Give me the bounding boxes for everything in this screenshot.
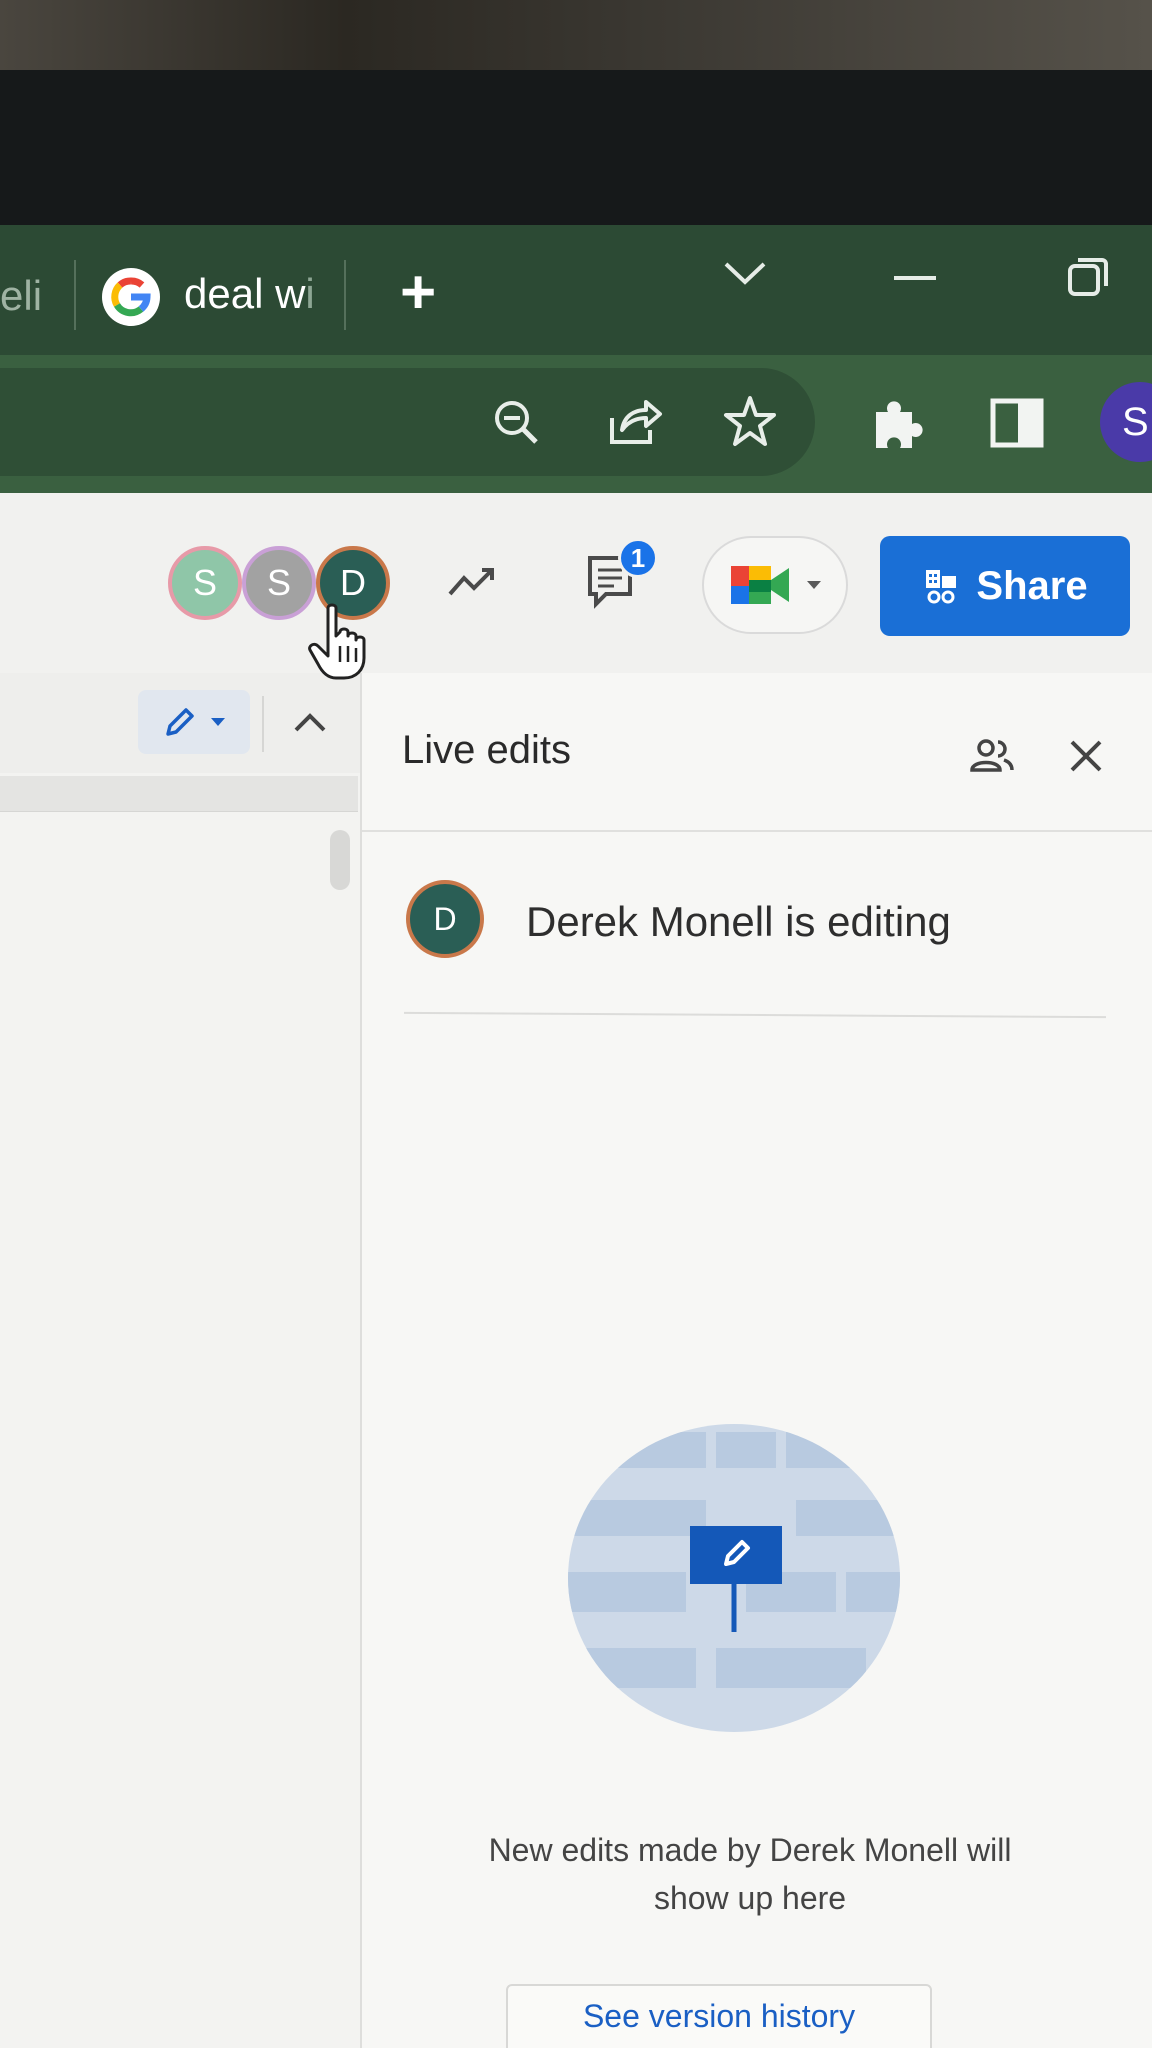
empty-state-line: show up here [653, 1880, 847, 1916]
google-meet-icon [731, 566, 789, 604]
share-page-icon[interactable] [606, 396, 664, 448]
meet-dropdown-caret-icon [807, 581, 821, 589]
share-org-icon [926, 570, 957, 604]
people-icon[interactable] [968, 736, 1016, 776]
activity-trend-icon[interactable] [446, 560, 502, 600]
tab-title[interactable]: deal wi [184, 270, 315, 318]
empty-state-message: New edits made by Derek Monell will show… [420, 1826, 1080, 1922]
tab-separator [344, 260, 346, 330]
extensions-puzzle-icon[interactable] [870, 396, 926, 452]
chevron-down-icon [211, 718, 225, 726]
minimize-icon[interactable] [892, 270, 938, 288]
tab-separator [74, 260, 76, 330]
see-version-history-button[interactable]: See version history [506, 1984, 932, 2048]
close-icon[interactable] [1066, 736, 1106, 776]
panel-title: Live edits [402, 728, 571, 772]
collaborator-avatar[interactable]: S [242, 546, 316, 620]
tab-search-chevron-icon[interactable] [722, 258, 768, 293]
meet-button[interactable] [702, 536, 848, 634]
collaborator-avatar[interactable]: S [168, 546, 242, 620]
zoom-out-icon[interactable] [490, 396, 542, 448]
comment-count-badge: 1 [618, 538, 658, 578]
toolbar-divider [262, 696, 264, 752]
google-favicon-icon [102, 268, 160, 326]
document-canvas[interactable] [0, 673, 360, 2048]
browser-tab-strip [0, 225, 1152, 360]
pencil-icon [166, 708, 194, 736]
ruler [0, 776, 358, 812]
restore-window-icon[interactable] [1066, 256, 1110, 305]
empty-state-line: New edits made by Derek Monell will [488, 1832, 1012, 1868]
live-edits-illustration [568, 1424, 900, 1732]
editor-avatar: D [406, 880, 484, 958]
hand-cursor-icon [308, 603, 366, 680]
collapse-menus-chevron-up-icon[interactable] [292, 710, 328, 734]
editing-mode-button[interactable] [138, 690, 250, 754]
monitor-bezel [0, 0, 1152, 70]
share-label: Share [976, 563, 1088, 608]
monitor-frame [0, 70, 1152, 230]
side-panel-icon[interactable] [990, 398, 1044, 448]
bookmark-star-icon[interactable] [722, 394, 778, 450]
panel-header-divider [362, 830, 1152, 832]
scrollbar-thumb[interactable] [330, 830, 350, 890]
new-tab-button[interactable]: + [400, 262, 436, 324]
editor-status-text: Derek Monell is editing [526, 898, 951, 945]
share-button[interactable]: Share [880, 536, 1130, 636]
address-bar[interactable] [0, 368, 815, 476]
previous-tab-title[interactable]: eli [0, 272, 42, 320]
